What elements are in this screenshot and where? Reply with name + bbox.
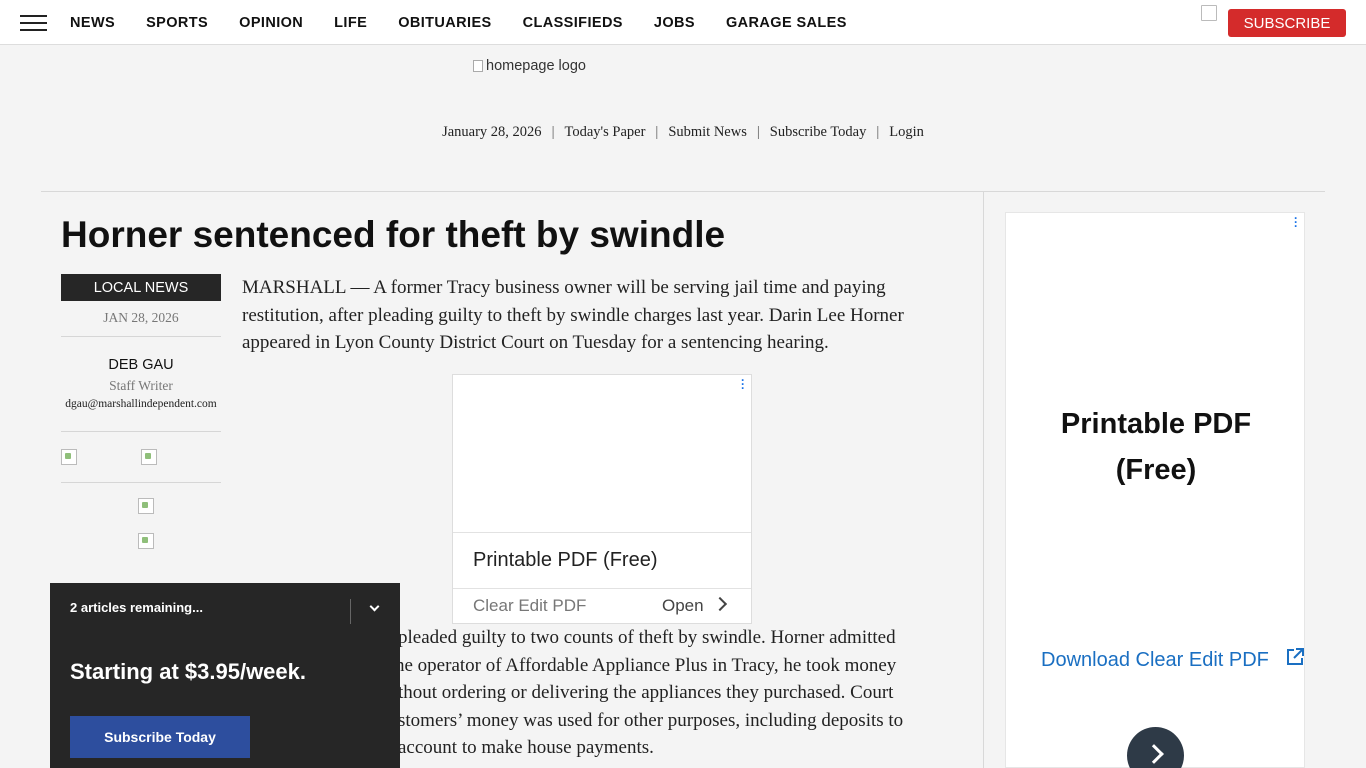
utility-bar: January 28, 2026 | Today's Paper | Submit Ne… (0, 124, 1366, 141)
next-arrow-button[interactable] (1127, 727, 1184, 768)
content-divider (41, 191, 1325, 192)
sidebar-ad-title-line: (Free) (1115, 454, 1197, 486)
chevron-right-icon (1144, 744, 1164, 764)
ad-options-icon[interactable]: · · · (1294, 212, 1298, 232)
ad-open-button[interactable]: Open (662, 596, 704, 616)
subscribe-button[interactable]: SUBSCRIBE (1228, 9, 1346, 37)
nav-link-obituaries[interactable]: OBITUARIES (398, 15, 491, 31)
broken-image-icon[interactable] (1201, 5, 1217, 21)
nav-link-sports[interactable]: SPORTS (146, 15, 208, 31)
sidebar-ad[interactable]: · · · Printable PDF (Free) Download Clear … (1005, 212, 1305, 768)
facebook-share-icon[interactable] (61, 449, 77, 465)
subscribe-today-button[interactable]: Subscribe Today (70, 716, 250, 758)
inline-ad[interactable]: · · · Printable PDF (Free) Clear Edit PDF … (452, 374, 752, 624)
nav-link-classifieds[interactable]: CLASSIFIEDS (523, 15, 623, 31)
separator: | (551, 124, 555, 140)
separator: | (876, 124, 880, 140)
article-paragraph-1: MARSHALL — A former Tracy business owner… (242, 277, 904, 353)
author-email[interactable]: dgau@marshallindependent.com (56, 398, 226, 410)
nav-links: NEWS SPORTS OPINION LIFE OBITUARIES CLAS… (70, 0, 878, 45)
homepage-logo[interactable]: homepage logo (473, 58, 586, 74)
collapse-chevron-icon[interactable] (367, 601, 383, 617)
email-share-icon[interactable] (138, 498, 154, 514)
hamburger-menu-icon[interactable] (20, 14, 47, 32)
publish-date: JAN 28, 2026 (103, 310, 179, 325)
login-link[interactable]: Login (889, 124, 924, 140)
ad-title[interactable]: Printable PDF (Free) (473, 549, 658, 572)
ad-divider (453, 532, 751, 533)
download-link[interactable]: Download Clear Edit PDF (1041, 649, 1269, 672)
nav-link-garage-sales[interactable]: GARAGE SALES (726, 15, 847, 31)
paywall-separator (350, 599, 351, 624)
ad-divider (453, 588, 751, 589)
twitter-share-icon[interactable] (141, 449, 157, 465)
nav-link-opinion[interactable]: OPINION (239, 15, 303, 31)
section-badge[interactable]: LOCAL NEWS (61, 274, 221, 301)
articles-remaining: 2 articles remaining... (70, 600, 203, 615)
sidebar-ad-title: Printable PDF (Free) (1006, 401, 1306, 493)
separator: | (756, 124, 760, 140)
ad-options-icon[interactable]: · · · (741, 374, 745, 394)
broken-image-icon (473, 60, 483, 72)
sidebar-ad-title-line: Printable PDF (1060, 408, 1252, 440)
logo-alt-text: homepage logo (486, 58, 586, 74)
nav-link-life[interactable]: LIFE (334, 15, 367, 31)
nav-link-jobs[interactable]: JOBS (654, 15, 695, 31)
byline-divider (61, 336, 221, 337)
article-headline: Horner sentenced for theft by swindle (61, 214, 726, 255)
column-divider (983, 191, 984, 768)
author-name[interactable]: DEB GAU (61, 357, 221, 373)
chevron-right-icon (712, 596, 728, 612)
share-divider (61, 482, 221, 483)
masthead-date: January 28, 2026 (442, 124, 542, 140)
author-role: Staff Writer (109, 378, 173, 393)
nav-link-news[interactable]: NEWS (70, 15, 115, 31)
share-divider (61, 431, 221, 432)
external-link-icon[interactable] (1285, 647, 1305, 667)
submit-news-link[interactable]: Submit News (668, 124, 747, 140)
paywall-overlay: 2 articles remaining... Starting at $3.9… (50, 583, 400, 768)
print-share-icon[interactable] (138, 533, 154, 549)
subscribe-today-link[interactable]: Subscribe Today (770, 124, 867, 140)
separator: | (655, 124, 659, 140)
todays-paper-link[interactable]: Today's Paper (564, 124, 645, 140)
ad-advertiser: Clear Edit PDF (473, 596, 587, 615)
top-nav: NEWS SPORTS OPINION LIFE OBITUARIES CLAS… (0, 0, 1366, 45)
paywall-price: Starting at $3.95/week. (70, 659, 306, 684)
